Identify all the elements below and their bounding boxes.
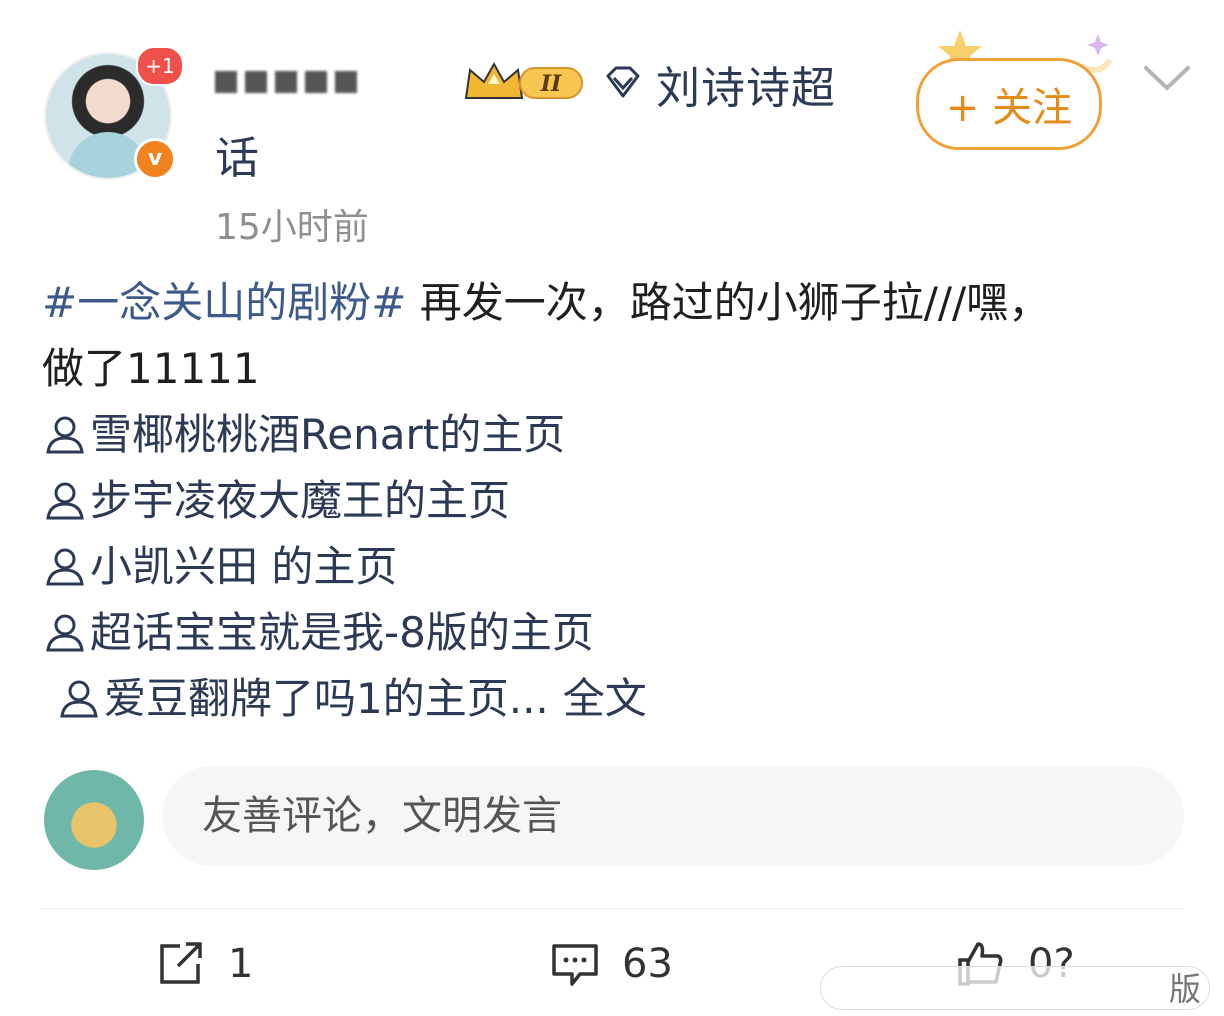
mention-link[interactable]: 爱豆翻牌了吗1的主页 ... 全文 [42,666,1192,732]
user-icon [60,680,98,718]
user-icon [46,614,84,652]
follow-button[interactable]: + 关注 [916,58,1102,150]
post-text-line1: 再发一次，路过的小狮子拉///嘿， [406,278,1051,327]
divider [40,908,1184,909]
post-header: +1 v II 刘诗诗超 话 15小时前 + 关注 [0,0,1224,260]
post-text: #一念关山的剧粉# 再发一次，路过的小狮子拉///嘿， 做了11111 [42,270,1192,402]
post-timestamp: 15小时前 [215,207,369,248]
mention-label: 爱豆翻牌了吗1的主页 [104,674,509,723]
username-redacted[interactable] [215,60,455,106]
badge-level: II [540,71,562,97]
supertopic-link-continued[interactable]: 话 [215,122,259,186]
diamond-supertopic-icon [606,66,640,98]
author-avatar[interactable]: +1 v [44,46,184,180]
mention-link[interactable]: 小凯兴田 的主页 [42,534,1192,600]
verified-badge-icon: v [134,138,176,180]
ellipsis: ... [508,674,549,723]
chevron-down-icon[interactable] [1142,62,1192,96]
post-text-line2: 做了11111 [42,344,260,393]
user-icon [46,548,84,586]
comment-icon [552,944,598,986]
comment-count: 63 [622,941,673,987]
user-icon [46,482,84,520]
post-body: #一念关山的剧粉# 再发一次，路过的小狮子拉///嘿， 做了11111 雪椰桃桃… [42,270,1192,732]
supertopic-link[interactable]: 刘诗诗超 [656,52,836,116]
share-count: 1 [228,941,254,987]
hashtag-link[interactable]: #一念关山的剧粉# [42,278,406,327]
full-text-link[interactable]: 全文 [563,666,647,732]
crown-level-badge-icon: II [464,61,583,99]
mention-link[interactable]: 超话宝宝就是我-8版的主页 [42,600,1192,666]
mention-link[interactable]: 步宇凌夜大魔王的主页 [42,468,1192,534]
comment-input[interactable] [162,766,1184,866]
mention-label: 小凯兴田 的主页 [90,542,398,591]
share-button[interactable]: 1 [156,940,253,988]
share-icon [160,942,202,984]
mention-label: 雪椰桃桃酒Renart的主页 [90,410,566,459]
notification-badge: +1 [136,46,184,86]
mention-label: 步宇凌夜大魔王的主页 [90,476,511,525]
mention-link[interactable]: 雪椰桃桃酒Renart的主页 [42,402,1192,468]
watermark: 版 [820,966,1210,1010]
comment-bar [44,766,1184,870]
comment-button[interactable]: 63 [550,940,673,988]
my-avatar [44,770,144,870]
mention-label: 超话宝宝就是我-8版的主页 [90,608,594,657]
user-icon [46,416,84,454]
